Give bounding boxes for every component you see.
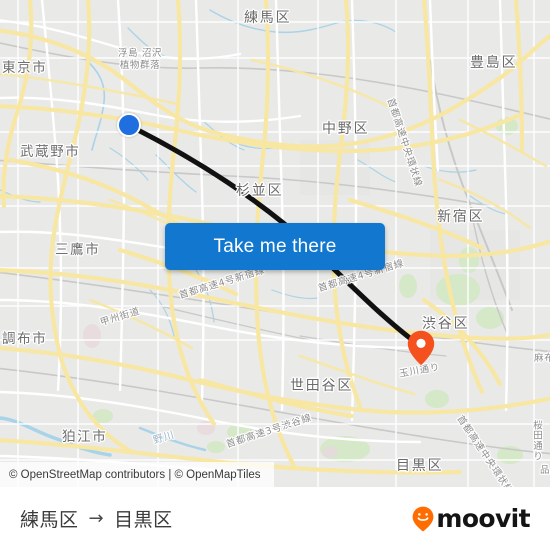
destination-marker[interactable] bbox=[407, 330, 435, 366]
moovit-wordmark: moovit bbox=[436, 504, 530, 533]
route-origin-label: 練馬区 bbox=[20, 509, 79, 531]
route-summary: 練馬区 → 目黒区 bbox=[20, 505, 173, 532]
map-attribution: © OpenStreetMap contributors | © OpenMap… bbox=[0, 462, 274, 487]
arrow-right-icon: → bbox=[88, 508, 105, 529]
moovit-logo[interactable]: moovit bbox=[412, 504, 531, 533]
take-me-there-button[interactable]: Take me there bbox=[165, 223, 385, 270]
map-attribution-text: © OpenStreetMap contributors | © OpenMap… bbox=[9, 468, 261, 481]
footer-bar: 練馬区 → 目黒区 moovit bbox=[0, 487, 550, 550]
moovit-pin-icon bbox=[412, 506, 434, 531]
origin-marker[interactable] bbox=[117, 113, 141, 137]
route-destination-label: 目黒区 bbox=[114, 509, 173, 531]
map-pin-icon bbox=[407, 330, 435, 366]
moovit-route-map-screen: .rw{stroke:#ffffff;fill:none;stroke-line… bbox=[0, 0, 550, 550]
map-canvas[interactable]: .rw{stroke:#ffffff;fill:none;stroke-line… bbox=[0, 0, 550, 487]
